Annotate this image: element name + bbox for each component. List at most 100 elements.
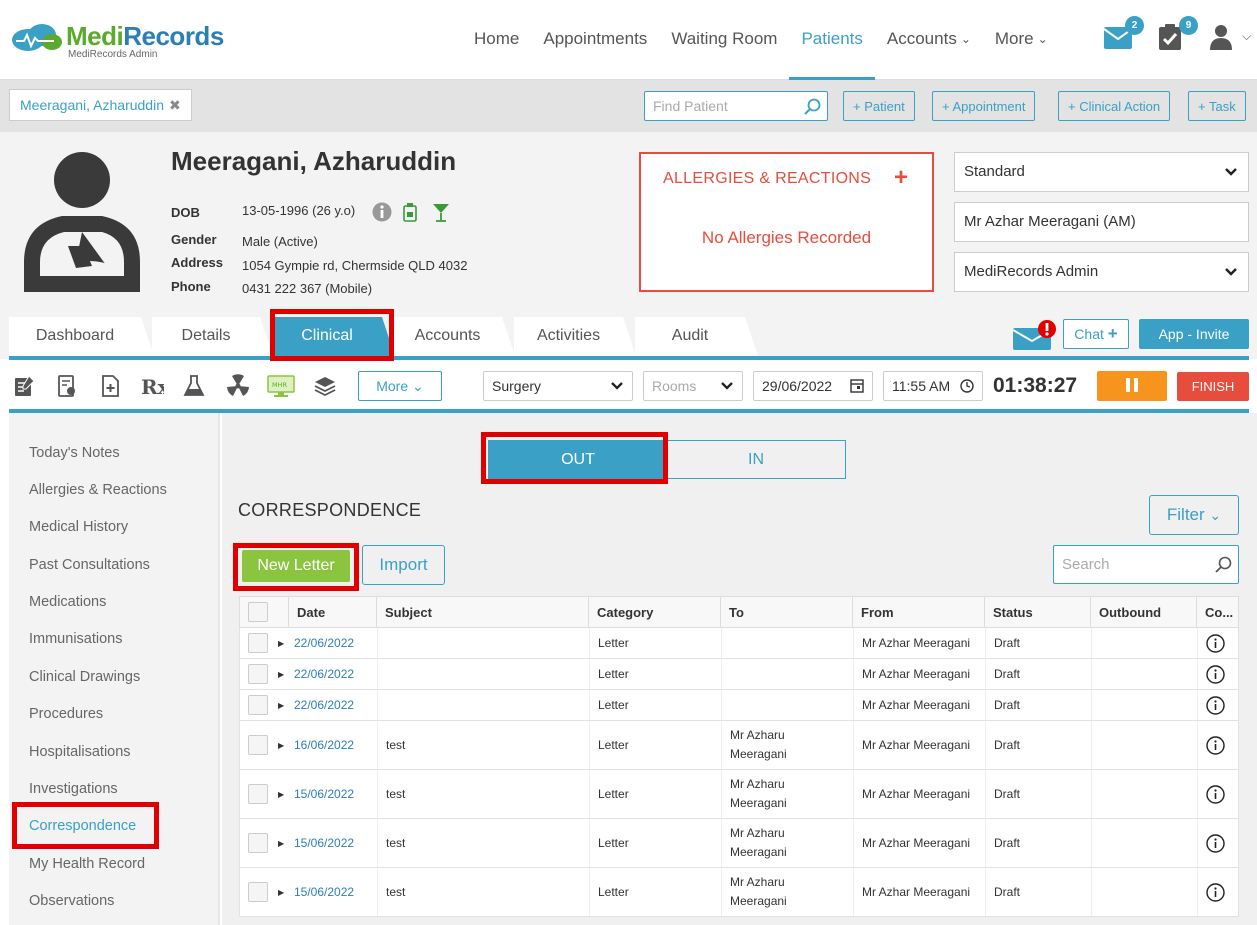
row-checkbox[interactable] [248,833,268,853]
tab-audit[interactable]: Audit [635,317,758,356]
row-checkbox[interactable] [248,664,268,684]
filter-button[interactable]: Filter ⌄ [1149,495,1239,535]
table-row[interactable]: ▶ 15/06/2022 test Letter Mr Azharu Meeragani M… [239,868,1239,917]
certificate-icon[interactable] [55,374,79,398]
table-row[interactable]: ▶ 22/06/2022 Letter Mr Azhar Meeragani Draft [239,690,1239,721]
expand-caret-icon[interactable]: ▶ [278,628,292,658]
date-cell[interactable]: 15/06/2022 [294,770,376,818]
expand-caret-icon[interactable]: ▶ [278,659,292,689]
search-input[interactable] [1054,546,1204,583]
radiology-icon[interactable] [226,374,250,398]
tab-clinical[interactable]: Clinical [272,317,395,356]
sidebar-item-today-s-notes[interactable]: Today's Notes [29,445,120,461]
sidebar-item-investigations[interactable]: Investigations [29,781,118,797]
info-icon[interactable] [1206,735,1225,755]
pause-button[interactable] [1097,371,1167,401]
finish-button[interactable]: FINISH [1177,372,1249,401]
messages-nav-button[interactable]: 2 [1103,16,1144,52]
date-cell[interactable]: 15/06/2022 [294,868,376,916]
row-checkbox[interactable] [248,882,268,902]
date-picker[interactable]: 29/06/2022 [753,371,873,401]
tab-dashboard[interactable]: Dashboard [9,317,154,356]
sidebar-item-allergies-reactions[interactable]: Allergies & Reactions [29,482,167,498]
info-icon[interactable] [1206,695,1225,715]
tasks-nav-button[interactable]: 9 [1158,16,1198,52]
open-patient-tab[interactable]: Meeragani, Azharuddin ✖ [9,89,192,121]
sidebar-item-immunisations[interactable]: Immunisations [29,631,122,647]
sidebar-item-medications[interactable]: Medications [29,594,106,610]
add-patient-button[interactable]: + Patient [843,91,915,121]
sidebar-item-observations[interactable]: Observations [29,893,114,909]
expand-caret-icon[interactable]: ▶ [278,770,292,818]
document-plus-icon[interactable] [98,374,122,398]
close-icon[interactable]: ✖ [169,90,181,120]
search-icon[interactable] [804,98,821,115]
toolbar-more-button[interactable]: More ⌄ [358,371,442,401]
sidebar-item-procedures[interactable]: Procedures [29,706,103,722]
nav-patients[interactable]: Patients [789,0,876,80]
tab-accounts[interactable]: Accounts [393,317,515,356]
import-button[interactable]: Import [362,545,445,585]
expand-caret-icon[interactable]: ▶ [278,819,292,867]
column-header[interactable]: Co... [1196,597,1240,627]
add-appointment-button[interactable]: + Appointment [932,91,1036,121]
date-cell[interactable]: 22/06/2022 [294,690,376,720]
sidebar-item-clinical-drawings[interactable]: Clinical Drawings [29,669,140,685]
info-icon[interactable] [372,202,392,222]
sidebar-item-medical-history[interactable]: Medical History [29,519,128,535]
sidebar-item-my-health-record[interactable]: My Health Record [29,856,145,872]
row-checkbox[interactable] [248,735,268,755]
date-cell[interactable]: 22/06/2022 [294,659,376,689]
time-picker[interactable]: 11:55 AM [883,371,983,401]
nav-home[interactable]: Home [462,0,531,80]
info-icon[interactable] [1206,633,1225,653]
prescription-icon[interactable]: Rx [140,374,164,398]
column-header[interactable]: Subject [376,597,588,627]
add-clinical-action-button[interactable]: + Clinical Action [1058,91,1171,121]
toggle-out[interactable]: OUT [489,441,667,478]
column-header[interactable]: Outbound [1090,597,1196,627]
sidebar-item-correspondence[interactable]: Correspondence [29,818,136,834]
row-checkbox[interactable] [248,784,268,804]
sidebar-item-hospitalisations[interactable]: Hospitalisations [29,744,131,760]
practitioner-field[interactable]: Mr Azhar Meeragani (AM) [954,202,1249,242]
expand-caret-icon[interactable]: ▶ [278,868,292,916]
layers-icon[interactable] [313,374,337,398]
tab-details[interactable]: Details [152,317,273,356]
pathology-flask-icon[interactable] [182,374,206,398]
add-allergy-icon[interactable]: + [894,164,908,192]
row-checkbox[interactable] [248,695,268,715]
info-icon[interactable] [1206,882,1225,902]
column-header[interactable]: Date [288,597,376,627]
table-row[interactable]: ▶ 16/06/2022 test Letter Mr Azharu Meeragani M… [239,721,1239,770]
date-cell[interactable]: 22/06/2022 [294,628,376,658]
find-patient-input[interactable] [645,92,795,120]
rooms-select[interactable]: Rooms [643,371,743,401]
nav-accounts[interactable]: Accounts ⌄ [875,0,983,80]
sidebar-item-past-consultations[interactable]: Past Consultations [29,557,150,573]
info-icon[interactable] [1206,833,1225,853]
column-header[interactable]: From [852,597,984,627]
column-header[interactable]: To [720,597,852,627]
table-row[interactable]: ▶ 15/06/2022 test Letter Mr Azharu Meeragani M… [239,819,1239,868]
select-all-checkbox[interactable] [248,602,268,622]
info-icon[interactable] [1206,784,1225,804]
patient-message-icon[interactable] [1013,320,1059,352]
column-header[interactable]: Category [588,597,720,627]
toggle-in[interactable]: IN [667,441,845,478]
user-menu-button[interactable]: ⌵ [1208,24,1252,52]
row-checkbox[interactable] [248,633,268,653]
organisation-select[interactable]: MediRecords Admin [954,252,1249,292]
app-invite-button[interactable]: App - Invite [1139,319,1249,349]
date-cell[interactable]: 15/06/2022 [294,819,376,867]
info-icon[interactable] [1206,664,1225,684]
chat-button[interactable]: Chat + [1063,319,1129,349]
my-health-record-icon[interactable]: MHR [267,374,295,398]
alcohol-status-icon[interactable] [432,202,450,222]
nav-more[interactable]: More ⌄ [983,0,1060,80]
expand-caret-icon[interactable]: ▶ [278,721,292,769]
add-task-button[interactable]: + Task [1188,91,1246,121]
date-cell[interactable]: 16/06/2022 [294,721,376,769]
search-icon[interactable] [1214,556,1232,574]
medirecords-logo[interactable]: MediRecords MediRecords Admin [10,22,224,60]
